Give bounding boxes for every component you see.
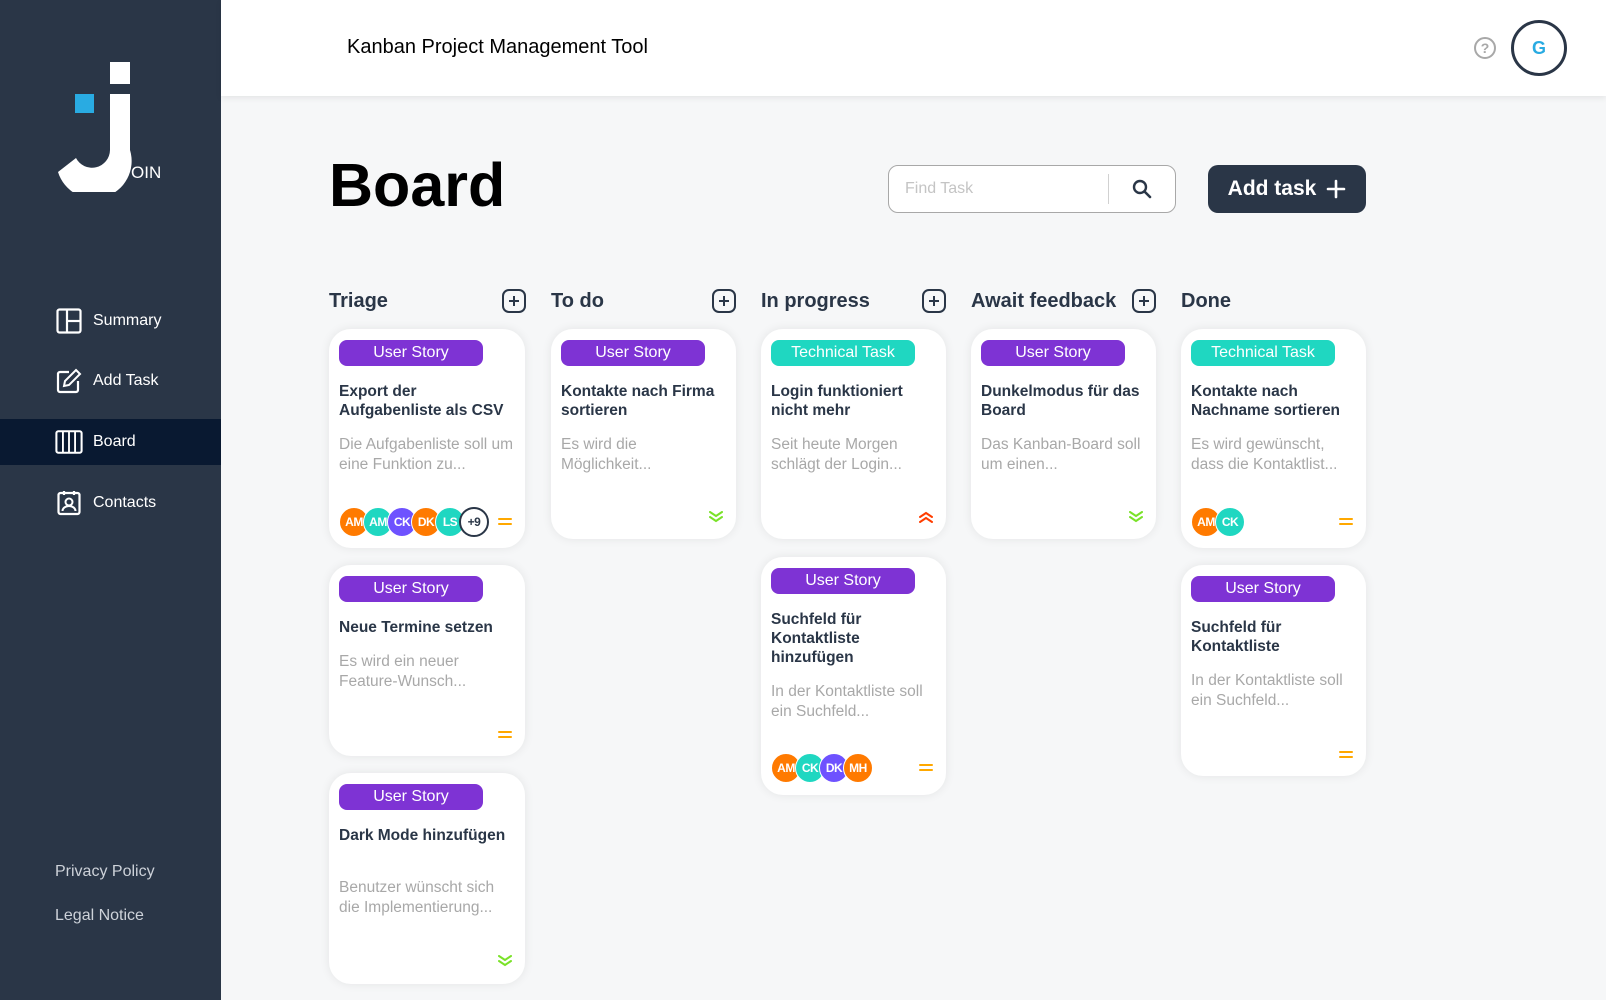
column-title: In progress [761,289,870,312]
assignee-avatars: AM CK [1191,507,1245,537]
column-title: To do [551,289,604,312]
nav-board[interactable]: Board [0,419,221,465]
add-task-button[interactable]: Add task [1208,165,1366,213]
nav-summary[interactable]: Summary [0,298,221,344]
legal-notice-link[interactable]: Legal Notice [55,907,144,925]
logo-mark-icon: OIN [58,62,161,199]
page-title: Board [329,151,506,219]
column-title: Await feedback [971,289,1117,312]
board-icon [55,428,83,456]
task-description: Es wird gewünscht, dass die Kontaktlist.… [1191,436,1338,473]
task-title: Neue Termine setzen [339,619,493,636]
task-description: In der Kontaktliste soll ein Suchfeld... [771,683,923,720]
join-logo[interactable]: OIN [58,62,168,199]
plus-icon [929,296,939,306]
task-card[interactable]: User Story Neue Termine setzen Es wird e… [329,565,525,756]
category-tag: User Story [771,568,915,594]
task-description: Das Kanban-Board soll um einen... [981,436,1141,473]
task-card[interactable]: Technical Task Kontakte nach Nachname so… [1181,329,1366,548]
nav-add-task-label: Add Task [93,372,159,389]
task-card[interactable]: Technical Task Login funktioniert nicht … [761,329,946,539]
add-to-column-button[interactable] [1132,289,1156,313]
more-assignees-badge: +9 [459,507,489,537]
search-icon [1132,179,1152,199]
task-card[interactable]: User Story Export der Aufgabenliste als … [329,329,525,548]
nav-contacts[interactable]: Contacts [0,480,221,526]
nav-add-task[interactable]: Add Task [0,358,221,404]
task-title: Export der Aufgabenliste als CSV [339,383,504,419]
task-description: Es wird ein neuer Feature-Wunsch... [339,653,467,690]
column-header-done: Done [1181,288,1366,314]
category-tag: User Story [339,576,483,602]
header-title: Kanban Project Management Tool [347,36,648,58]
add-task-label: Add task [1227,177,1317,200]
priority-medium-icon [1338,748,1354,762]
task-description: Benutzer wünscht sich die Implementierun… [339,879,495,916]
task-card[interactable]: User Story Dark Mode hinzufügen Benutzer… [329,773,525,984]
plus-icon [509,296,519,306]
user-avatar[interactable]: G [1511,20,1567,76]
column-header-todo: To do [551,288,736,314]
add-to-column-button[interactable] [502,289,526,313]
category-tag: User Story [339,784,483,810]
priority-low-icon [497,954,513,968]
task-title: Login funktioniert nicht mehr [771,383,903,419]
priority-urgent-icon [918,510,934,524]
column-header-triage: Triage [329,288,526,314]
priority-medium-icon [497,515,513,529]
task-card[interactable]: User Story Dunkelmodus für das Board Das… [971,329,1156,539]
sidebar: OIN Summary Add Task Board Contacts Priv… [0,0,221,1000]
summary-icon [55,307,83,335]
plus-icon [719,296,729,306]
search-input[interactable] [889,174,1109,204]
task-description: Seit heute Morgen schlägt der Login... [771,436,902,473]
nav-contacts-label: Contacts [93,494,157,511]
column-header-in-progress: In progress [761,288,946,314]
task-title: Dark Mode hinzufügen [339,827,506,844]
category-tag: User Story [561,340,705,366]
priority-low-icon [708,510,724,524]
task-description: Die Aufgabenliste soll um eine Funktion … [339,436,514,473]
help-icon[interactable]: ? [1474,37,1496,59]
contacts-icon [55,489,83,517]
column-title: Triage [329,289,388,312]
task-title: Suchfeld für Kontaktliste hinzufügen [771,611,862,666]
top-header: Kanban Project Management Tool ? G [221,0,1606,96]
task-title: Dunkelmodus für das Board [981,383,1140,419]
avatar: MH [843,753,873,783]
category-tag: User Story [981,340,1125,366]
task-description: In der Kontaktliste soll ein Suchfeld... [1191,672,1343,709]
priority-medium-icon [497,728,513,742]
task-card[interactable]: User Story Suchfeld für Kontaktliste hin… [761,557,946,795]
plus-icon [1139,296,1149,306]
column-header-await-feedback: Await feedback [971,288,1156,314]
avatar: CK [1215,507,1245,537]
add-to-column-button[interactable] [712,289,736,313]
priority-low-icon [1128,510,1144,524]
category-tag: User Story [1191,576,1335,602]
task-title: Kontakte nach Nachname sortieren [1191,383,1341,419]
assignee-avatars: AM CK DK MH [771,753,873,783]
task-description: Es wird die Möglichkeit... [561,436,652,473]
search-box [888,165,1176,213]
add-to-column-button[interactable] [922,289,946,313]
edit-icon [55,367,83,395]
search-button[interactable] [1109,166,1175,212]
logo-suffix-text: OIN [131,163,161,182]
column-title: Done [1181,289,1231,312]
nav-summary-label: Summary [93,312,162,329]
assignee-avatars: AM AM CK DK LS +9 [339,507,489,537]
category-tag: Technical Task [1191,340,1335,366]
task-title: Suchfeld für Kontaktliste [1191,619,1282,655]
priority-medium-icon [918,761,934,775]
plus-icon [1327,179,1346,199]
category-tag: User Story [339,340,483,366]
task-card[interactable]: User Story Suchfeld für Kontaktliste In … [1181,565,1366,776]
nav-board-label: Board [93,433,136,450]
task-card[interactable]: User Story Kontakte nach Firma sortieren… [551,329,736,539]
category-tag: Technical Task [771,340,915,366]
privacy-policy-link[interactable]: Privacy Policy [55,863,155,881]
task-title: Kontakte nach Firma sortieren [561,383,715,419]
priority-medium-icon [1338,515,1354,529]
